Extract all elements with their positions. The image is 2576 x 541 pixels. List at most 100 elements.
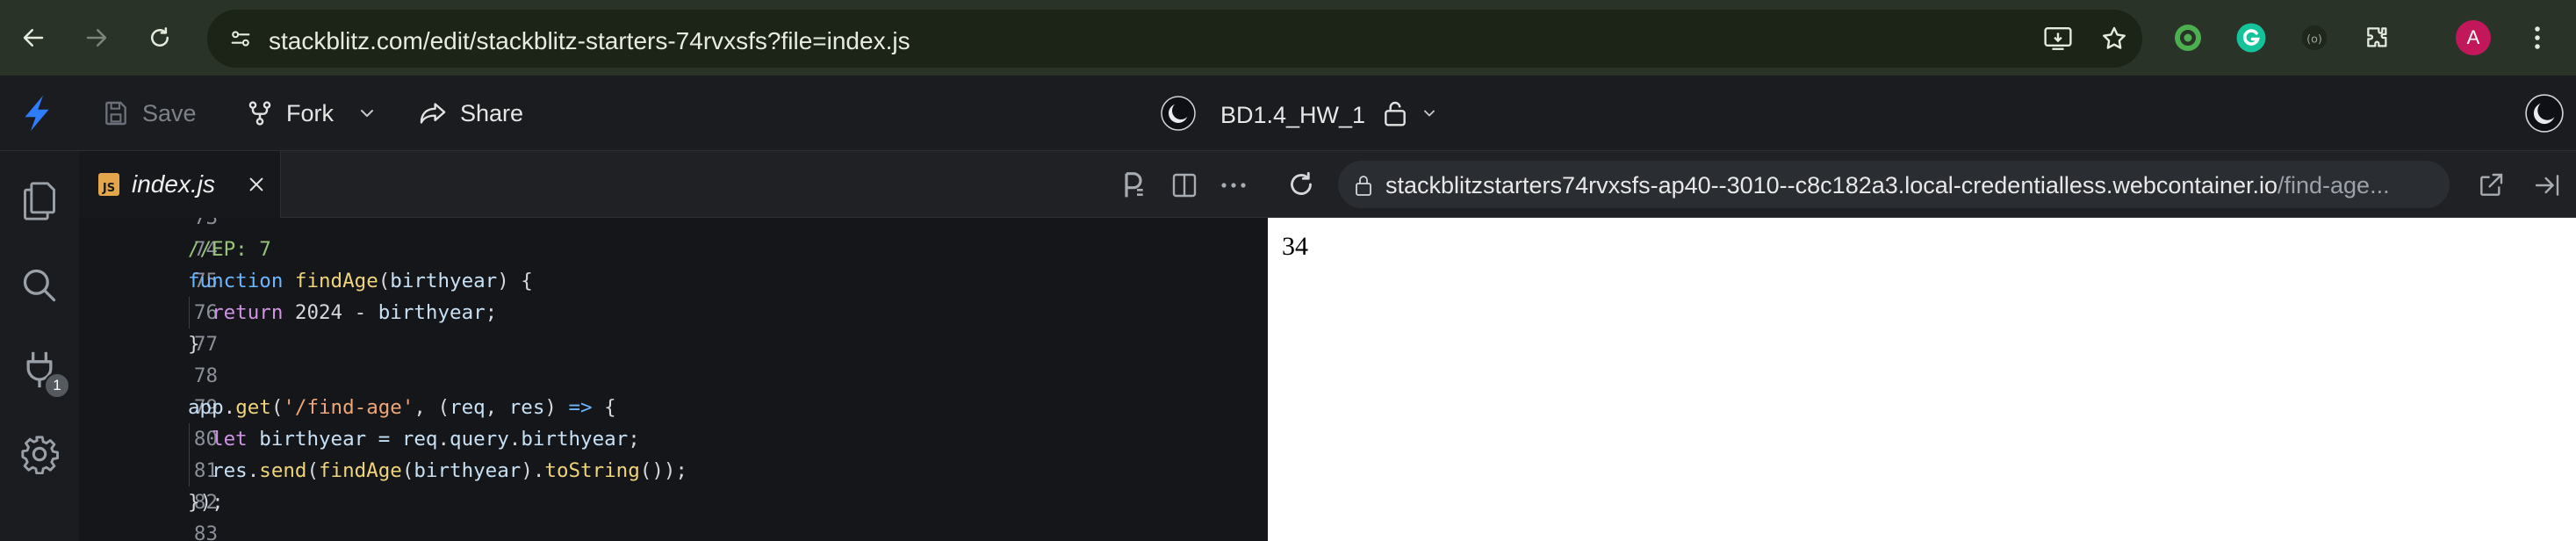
code-token: req [401,428,438,451]
code-token: birthyear [390,270,498,292]
more-actions-icon[interactable] [1217,169,1250,202]
bookmark-star-icon[interactable] [2098,25,2130,53]
code-line: 82 }); [79,487,1268,518]
js-file-icon: JS [98,173,119,196]
code-token: findAge [319,459,402,482]
fork-dropdown-chevron-icon[interactable] [356,95,378,132]
code-token: }); [188,491,224,514]
site-info-icon[interactable] [223,21,258,56]
preview-output-text: 34 [1282,232,1308,261]
split-editor-icon[interactable] [1168,169,1201,202]
code-token: get [235,396,271,419]
close-tab-icon[interactable] [247,175,266,194]
code-line: 79 app.get('/find-age', (req, res) => { [79,392,1268,423]
code-token: ( [270,396,284,419]
line-number: 83 [193,523,218,541]
save-button[interactable]: Save [102,95,197,132]
line-number: 77 [193,333,218,356]
code-token: app [188,396,224,419]
tab-label: index.js [132,170,215,198]
code-token: birthyear [521,428,629,451]
fork-icon [248,101,271,126]
code-token: ( [378,270,391,292]
share-button[interactable]: Share [418,95,523,132]
code-editor[interactable]: 73 74 //EP: 7 75 function findAge(birthy… [79,218,1268,541]
code-token: birthyear [378,301,486,324]
extension-dark-icon[interactable]: (o) [2295,18,2334,57]
code-token: res [212,459,248,482]
line-number: 78 [193,364,218,387]
preview-url-bar[interactable]: stackblitzstarters74rvxsfs-ap40--3010--c… [1338,161,2450,208]
code-token: return [212,301,284,324]
code-token: res [508,396,545,419]
save-icon [105,101,126,126]
settings-gear-icon[interactable] [16,430,63,478]
code-token: send [259,459,307,482]
fork-button[interactable]: Fork [246,95,334,132]
address-url[interactable]: stackblitz.com/edit/stackblitz-starters-… [269,27,910,55]
code-token: , [485,396,509,419]
code-token: toString [544,459,640,482]
user-avatar-icon[interactable] [2525,94,2564,133]
visibility-lock-icon[interactable] [1382,95,1438,132]
code-line: 77 } [79,328,1268,360]
fork-label: Fork [286,99,334,126]
profile-avatar[interactable]: A [2456,20,2491,55]
code-line: 74 //EP: 7 [79,234,1268,265]
code-token: . [223,396,236,419]
project-name[interactable]: BD1.4_HW_1 [1220,102,1365,129]
code-line: 83 [79,518,1268,541]
files-icon[interactable] [16,177,63,225]
visibility-chevron-icon [1424,110,1435,117]
code-token: ()); [639,459,687,482]
code-token: . [437,428,450,451]
owner-avatar-icon[interactable] [1161,95,1196,132]
activity-bar: 1 [0,151,79,541]
prettier-icon[interactable] [1117,169,1150,202]
code-token: birthyear [414,459,522,482]
code-token: req [450,396,486,419]
save-label: Save [142,99,197,126]
code-token: //EP: 7 [188,238,271,261]
browser-toolbar: stackblitz.com/edit/stackblitz-starters-… [0,0,2576,76]
code-token: ; [485,301,498,324]
code-token: '/find-age' [283,396,414,419]
search-icon[interactable] [16,262,63,309]
preview-url-path: /find-age... [2277,172,2390,198]
back-icon[interactable] [14,18,53,57]
grammarly-icon[interactable] [2232,18,2270,57]
forward-icon[interactable] [77,18,116,57]
collapse-preview-icon[interactable] [2530,169,2564,202]
code-token: findAge [294,270,378,292]
code-token: , ( [414,396,450,419]
reload-icon[interactable] [140,18,179,57]
preview-frame[interactable]: 34 [1268,218,2576,541]
install-app-icon[interactable] [2042,25,2074,53]
line-number: 73 [193,218,218,229]
extension-green-ring-icon[interactable] [2169,18,2207,57]
share-label: Share [460,99,524,126]
code-token: let [212,428,248,451]
code-line: 78 [79,360,1268,392]
code-token: 2024 [294,301,343,324]
code-token: birthyear = [247,428,402,451]
open-in-new-tab-icon[interactable] [2474,169,2508,202]
code-token: function [188,270,284,292]
browser-menu-icon[interactable] [2518,18,2557,57]
preview-toolbar: stackblitzstarters74rvxsfs-ap40--3010--c… [1268,151,2576,218]
code-token: query [450,428,509,451]
code-line: 75 function findAge(birthyear) { [79,265,1268,297]
editor-tab-bar: JS index.js [79,151,1268,218]
code-line: 80 let birthyear = req.query.birthyear; [79,423,1268,455]
preview-reload-icon[interactable] [1284,167,1319,202]
code-token: } [188,333,200,356]
share-icon [420,103,446,124]
stackblitz-logo-icon[interactable] [19,95,54,132]
code-token: . [508,428,522,451]
code-token: { [592,396,616,419]
code-token: ) { [497,270,533,292]
code-token: => [568,396,593,419]
address-bar[interactable]: stackblitz.com/edit/stackblitz-starters-… [207,10,2142,68]
tab-index-js[interactable]: JS index.js [79,151,281,218]
extensions-puzzle-icon[interactable] [2358,18,2397,57]
